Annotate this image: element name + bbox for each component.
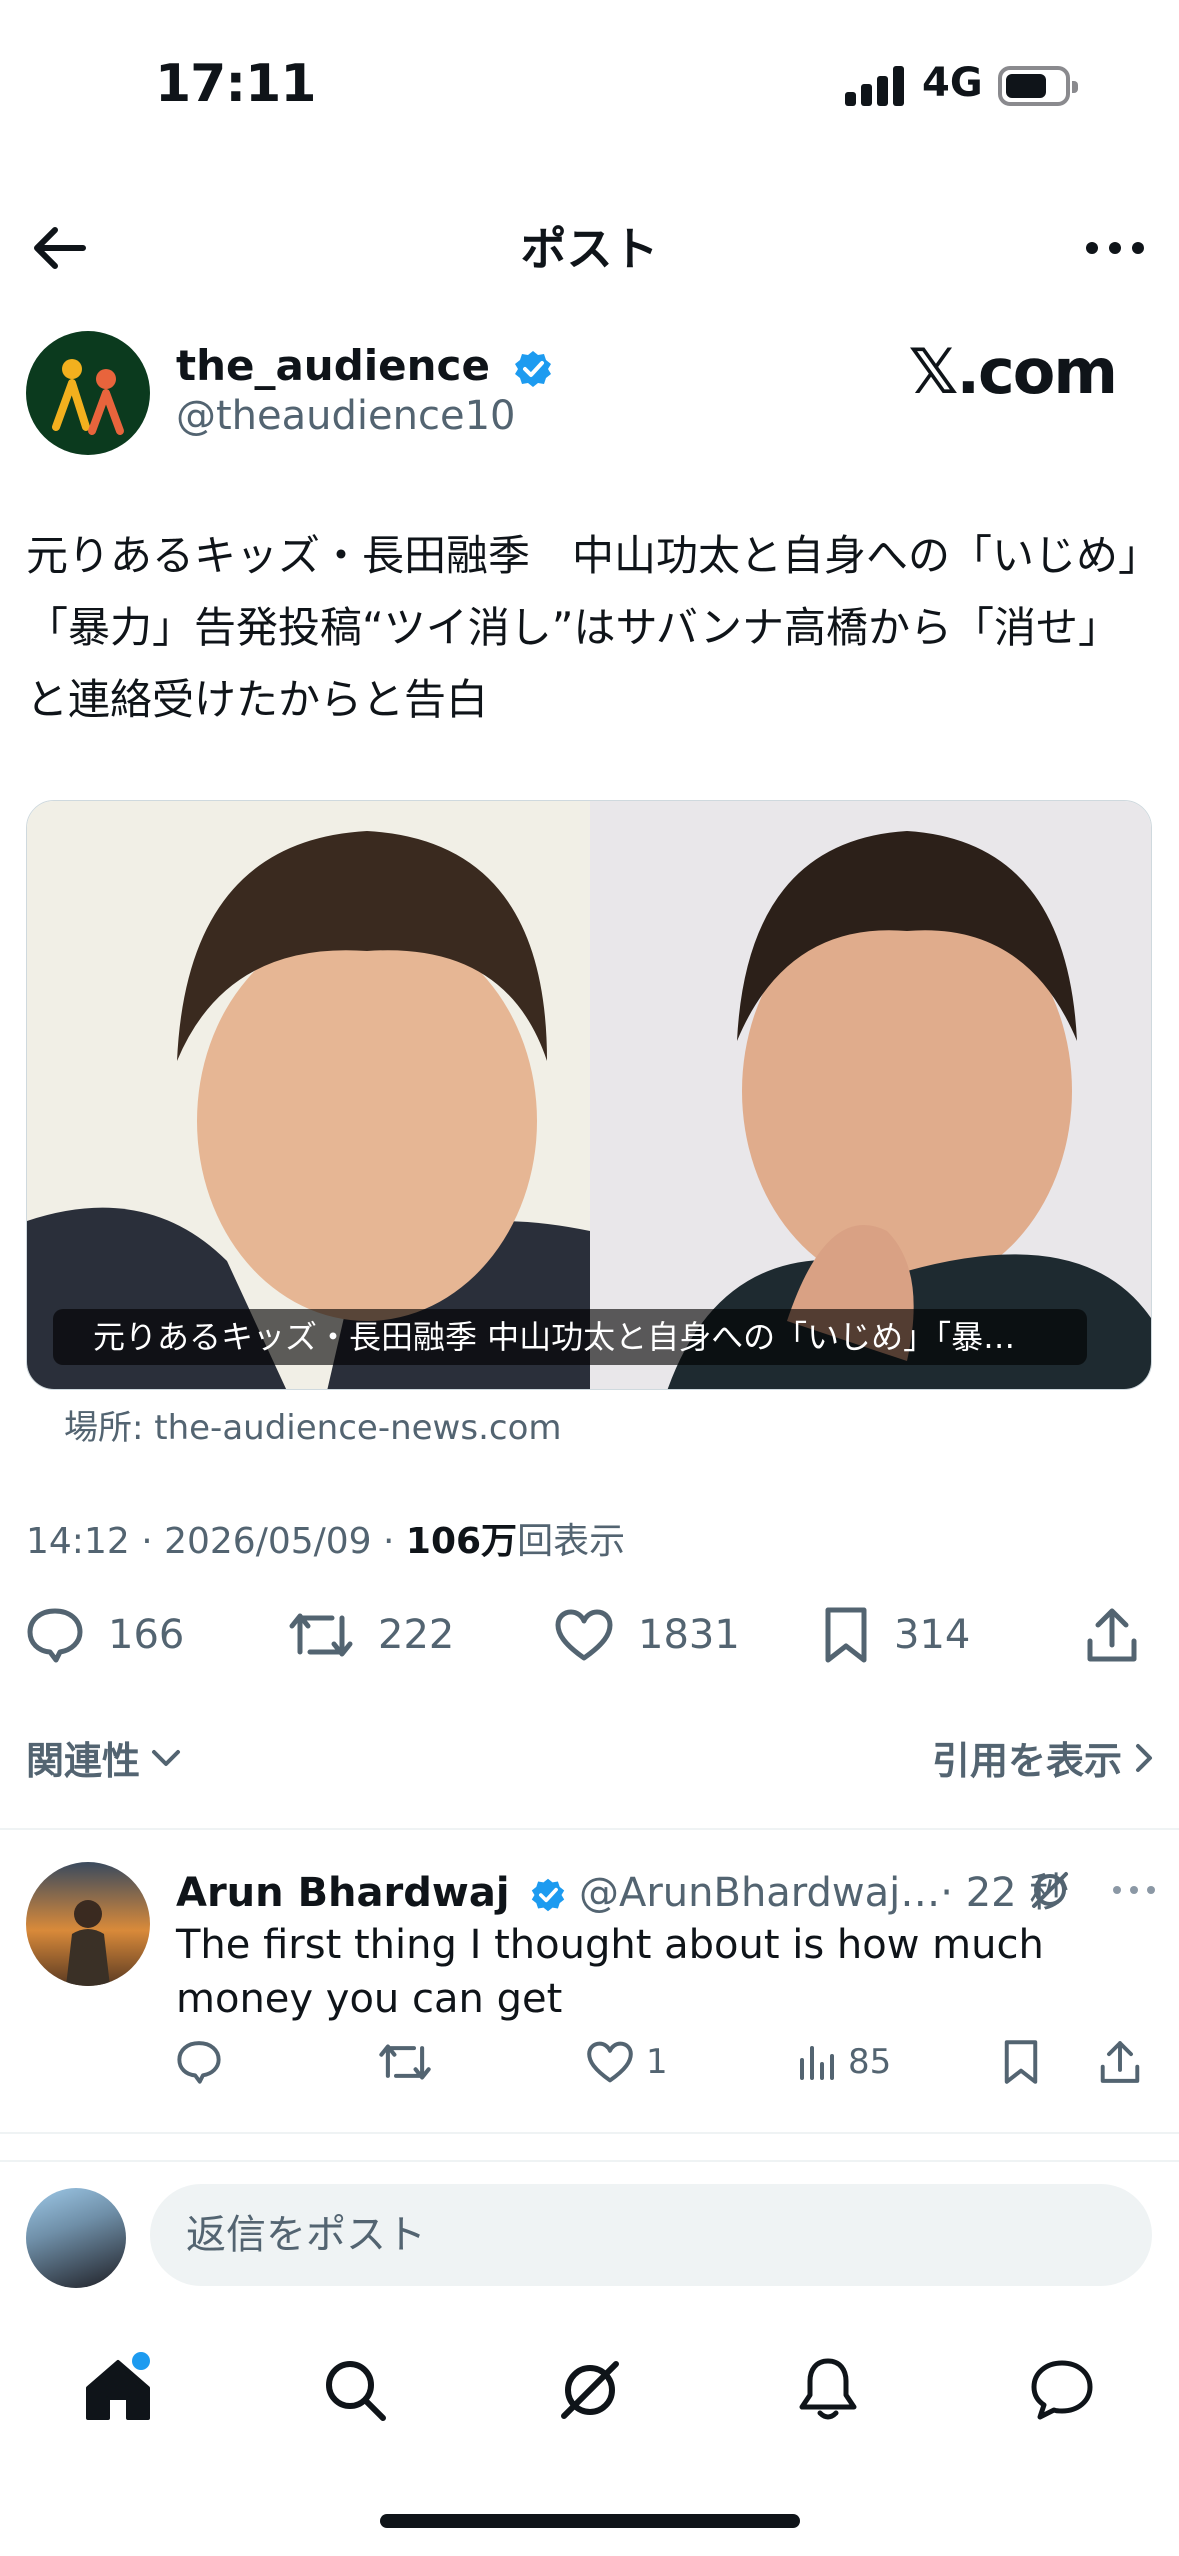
network-type: 4G xyxy=(922,60,983,106)
source-logo: 𝕏.com xyxy=(908,335,1118,408)
top-bar: ポスト xyxy=(0,195,1179,295)
reply-author-name[interactable]: Arun Bhardwaj xyxy=(176,1870,510,1916)
tab-grok[interactable] xyxy=(540,2340,640,2440)
bookmark-icon xyxy=(825,1607,867,1663)
battery-icon xyxy=(998,66,1078,106)
search-icon xyxy=(326,2361,386,2421)
divider xyxy=(0,2160,1179,2162)
repost-icon xyxy=(379,2044,431,2080)
reply-icon xyxy=(27,1608,83,1663)
more-button[interactable] xyxy=(1075,213,1155,283)
share-icon xyxy=(1100,2041,1140,2083)
repost-button[interactable]: 222 xyxy=(288,1595,454,1675)
post-text: 元りあるキッズ・長田融季 中山功太と自身への「いじめ」「暴力」告発投稿“ツイ消し… xyxy=(26,531,1140,724)
like-icon xyxy=(587,2041,633,2083)
verified-icon xyxy=(532,1878,565,1912)
reply-count: 166 xyxy=(108,1612,185,1658)
divider xyxy=(0,2132,1179,2134)
reply-filters: 関連性 引用を表示 xyxy=(26,1720,1156,1790)
post-timestamp: 14:12 · 2026/05/09 · xyxy=(26,1521,406,1562)
post-media[interactable]: 元りあるキッズ・長田融季 中山功太と自身への「いじめ」「暴… xyxy=(26,800,1152,1390)
views-count: 106万 xyxy=(405,1521,518,1562)
view-quotes-link[interactable]: 引用を表示 xyxy=(932,1730,1156,1785)
more-icon xyxy=(1086,242,1144,254)
reply-author-handle[interactable]: @ArunBhardwaj… xyxy=(579,1870,940,1916)
reply-repost-button[interactable] xyxy=(378,2032,432,2092)
views-label: 回表示 xyxy=(517,1521,626,1562)
audience-logo-icon xyxy=(52,359,124,435)
share-icon xyxy=(1087,1608,1137,1662)
status-time: 17:11 xyxy=(155,54,317,114)
reply-text: The first thing I thought about is how m… xyxy=(176,1922,1044,2022)
reply-avatar[interactable] xyxy=(26,1862,150,1986)
reply-item[interactable]: Arun Bhardwaj @ArunBhardwaj…· 22 秒 The f… xyxy=(0,1832,1179,2132)
repost-count: 222 xyxy=(378,1612,455,1658)
sort-dropdown[interactable]: 関連性 xyxy=(26,1730,182,1785)
more-icon[interactable] xyxy=(1112,1884,1156,1896)
messages-icon xyxy=(1031,2360,1093,2420)
share-button[interactable] xyxy=(1084,1595,1140,1675)
reply-like-button[interactable]: 1 xyxy=(586,2032,668,2092)
verified-icon xyxy=(514,350,551,387)
bookmark-count: 314 xyxy=(894,1612,971,1658)
reply-like-count: 1 xyxy=(646,2042,668,2082)
chevron-down-icon xyxy=(152,1749,181,1766)
reply-header: Arun Bhardwaj @ArunBhardwaj…· 22 秒 xyxy=(176,1860,1156,1920)
reply-icon xyxy=(177,2041,221,2084)
bookmark-button[interactable]: 314 xyxy=(822,1595,970,1675)
reply-bookmark-button[interactable] xyxy=(1002,2032,1040,2092)
repost-icon xyxy=(289,1613,353,1657)
like-count: 1831 xyxy=(638,1612,740,1658)
bookmark-icon xyxy=(1004,2040,1038,2084)
author-handle[interactable]: @theaudience10 xyxy=(176,393,515,439)
media-source[interactable]: 場所: the-audience-news.com xyxy=(64,1400,562,1449)
notification-dot xyxy=(132,2352,150,2370)
grok-icon xyxy=(561,2361,619,2419)
home-indicator xyxy=(380,2514,800,2528)
post-meta: 14:12 · 2026/05/09 · 106万回表示 xyxy=(26,1512,625,1564)
like-button[interactable]: 1831 xyxy=(554,1595,740,1675)
current-user-avatar[interactable] xyxy=(26,2188,126,2288)
reply-input[interactable]: 返信をポスト xyxy=(150,2184,1152,2286)
status-bar: 17:11 4G xyxy=(0,0,1179,150)
signal-icon xyxy=(845,66,907,106)
views-icon xyxy=(800,2046,834,2080)
tab-notifications[interactable] xyxy=(778,2340,878,2440)
grok-icon[interactable] xyxy=(1028,1868,1072,1912)
divider xyxy=(0,1828,1179,1830)
bell-icon xyxy=(799,2358,857,2420)
reply-views-button[interactable]: 85 xyxy=(796,2032,891,2092)
sort-label: 関連性 xyxy=(26,1739,141,1783)
tab-search[interactable] xyxy=(305,2340,405,2440)
author-name[interactable]: the_audience xyxy=(176,341,553,390)
tab-messages[interactable] xyxy=(1012,2340,1112,2440)
media-image xyxy=(27,801,1151,1389)
reply-button[interactable]: 166 xyxy=(26,1595,184,1675)
reply-avatar-image xyxy=(66,1900,110,1986)
like-icon xyxy=(555,1609,613,1661)
reply-share-button[interactable] xyxy=(1098,2032,1142,2092)
reply-actions: 1 85 xyxy=(176,2032,1156,2092)
post-actions: 166 222 1831 314 xyxy=(26,1595,1156,1675)
chevron-right-icon xyxy=(1136,1743,1152,1772)
author-name-text: the_audience xyxy=(176,341,490,390)
tab-bar xyxy=(0,2320,1179,2460)
reply-reply-button[interactable] xyxy=(176,2032,222,2092)
reply-composer: 返信をポスト xyxy=(0,2180,1179,2300)
post-author: the_audience @theaudience10 𝕏.com xyxy=(26,325,1156,455)
media-caption: 元りあるキッズ・長田融季 中山功太と自身への「いじめ」「暴… xyxy=(53,1309,1087,1365)
tab-home[interactable] xyxy=(68,2340,168,2440)
avatar[interactable] xyxy=(26,331,150,455)
quotes-label: 引用を表示 xyxy=(931,1739,1122,1783)
reply-view-count: 85 xyxy=(848,2042,892,2082)
page-title: ポスト xyxy=(520,222,659,276)
